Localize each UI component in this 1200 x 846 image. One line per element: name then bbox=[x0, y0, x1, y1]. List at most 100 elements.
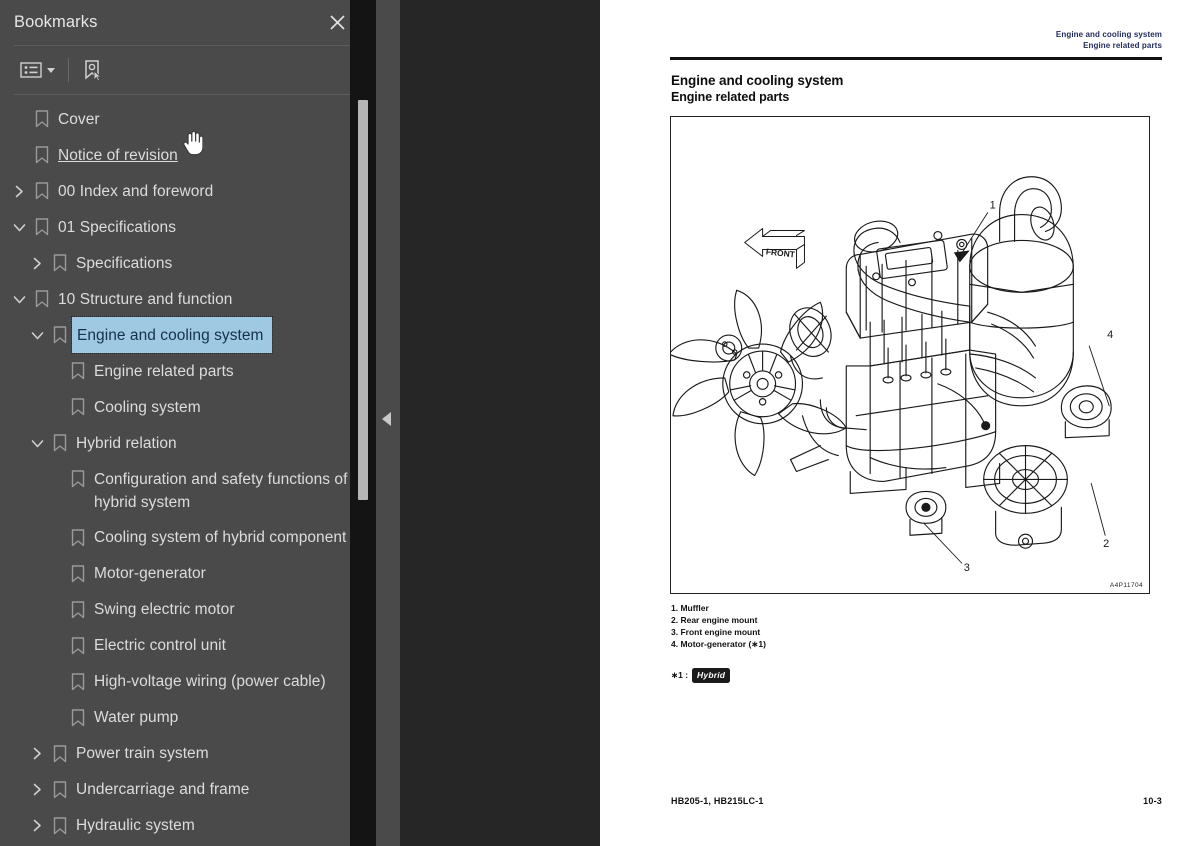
bookmark-item[interactable]: Cooling system bbox=[0, 389, 352, 425]
chevron-down-icon[interactable] bbox=[26, 317, 48, 353]
bookmarks-tree: Cover Notice of revision 00 Index and fore… bbox=[0, 95, 376, 846]
bookmark-item-label: 10 Structure and function bbox=[58, 290, 233, 308]
bookmark-ribbon-icon bbox=[48, 317, 72, 353]
bookmark-item-label: Engine and cooling system bbox=[71, 316, 273, 354]
bookmarks-scrollbar[interactable] bbox=[350, 0, 376, 846]
bookmark-item[interactable]: Cover bbox=[0, 101, 352, 137]
panel-title: Bookmarks bbox=[14, 13, 98, 31]
footnote: ∗1 : Hybrid bbox=[671, 668, 731, 683]
bookmark-ribbon-icon bbox=[66, 353, 90, 389]
bookmark-item[interactable]: Hydraulic system bbox=[0, 808, 352, 844]
bookmark-ribbon-icon bbox=[66, 520, 90, 556]
chevron-down-icon[interactable] bbox=[47, 67, 55, 73]
chevron-right-icon[interactable] bbox=[26, 736, 48, 772]
bookmark-ribbon-icon bbox=[66, 389, 90, 425]
bookmark-item[interactable]: Notice of revision bbox=[0, 137, 352, 173]
bookmark-item[interactable]: Engine related parts bbox=[0, 353, 352, 389]
bookmark-ribbon-icon bbox=[48, 425, 72, 461]
bookmark-item[interactable]: High-voltage wiring (power cable) bbox=[0, 664, 352, 700]
bookmark-ribbon-icon bbox=[66, 628, 90, 664]
bookmark-ribbon-icon bbox=[48, 736, 72, 772]
close-icon[interactable] bbox=[324, 9, 350, 35]
engine-assembly-figure: FRONT 1 2 3 4 A4P11704 bbox=[670, 116, 1150, 594]
bookmark-ribbon-icon bbox=[66, 700, 90, 736]
list-view-icon[interactable] bbox=[16, 56, 59, 84]
chevron-right-icon[interactable] bbox=[8, 173, 30, 209]
bookmark-item[interactable]: 00 Index and foreword bbox=[0, 173, 352, 209]
bookmark-item[interactable]: Configuration and safety functions of hy… bbox=[0, 461, 352, 520]
footnote-label: ∗1 : bbox=[671, 669, 689, 680]
hybrid-badge: Hybrid bbox=[692, 668, 731, 683]
bookmarks-panel-header: Bookmarks bbox=[0, 0, 376, 45]
footer-page-number: 10-3 bbox=[1143, 796, 1162, 806]
bookmark-ribbon-icon bbox=[30, 281, 54, 317]
page-title-line1: Engine and cooling system bbox=[671, 73, 844, 88]
bookmark-ribbon-icon bbox=[66, 592, 90, 628]
bookmark-item-label: Hydraulic system bbox=[76, 817, 195, 834]
bookmark-item-label: Swing electric motor bbox=[94, 601, 235, 618]
bookmark-ribbon-icon bbox=[30, 209, 54, 245]
svg-text:2: 2 bbox=[1103, 538, 1109, 550]
legend-item: 2. Rear engine mount bbox=[671, 615, 758, 625]
bookmark-item[interactable]: Hybrid relation bbox=[0, 425, 352, 461]
bookmark-item[interactable]: Undercarriage and frame bbox=[0, 772, 352, 808]
svg-text:1: 1 bbox=[990, 200, 996, 212]
svg-text:FRONT: FRONT bbox=[765, 246, 796, 259]
bookmark-item[interactable]: Water pump bbox=[0, 700, 352, 736]
bookmark-item-label: Hybrid relation bbox=[76, 434, 177, 452]
footer-model: HB205-1, HB215LC-1 bbox=[671, 796, 764, 806]
legend-item: 1. Muffler bbox=[671, 603, 709, 613]
bookmark-ribbon-icon bbox=[30, 173, 54, 209]
figure-drawing-id: A4P11704 bbox=[1109, 582, 1143, 589]
bookmark-item[interactable]: 01 Specifications bbox=[0, 209, 352, 245]
bookmark-item[interactable]: Specifications bbox=[0, 245, 352, 281]
chevron-right-icon[interactable] bbox=[26, 245, 48, 281]
bookmark-ribbon-icon bbox=[30, 101, 54, 137]
collapse-panel-triangle-icon[interactable] bbox=[382, 412, 391, 426]
figure-legend: 1. Muffler 2. Rear engine mount 3. Front… bbox=[671, 602, 766, 650]
chevron-down-icon[interactable] bbox=[8, 209, 30, 245]
bookmark-ribbon-icon bbox=[66, 556, 90, 592]
chevron-right-icon[interactable] bbox=[26, 772, 48, 808]
bookmark-ribbon-icon bbox=[66, 664, 90, 700]
bookmarks-panel: Bookmarks Cover Notice of revision 00 In… bbox=[0, 0, 376, 846]
panel-splitter[interactable] bbox=[376, 0, 400, 846]
new-bookmark-icon[interactable] bbox=[80, 56, 104, 84]
chevron-down-icon[interactable] bbox=[8, 281, 30, 317]
bookmark-item[interactable]: Electric control unit bbox=[0, 628, 352, 664]
bookmark-item-label: Engine related parts bbox=[94, 362, 234, 380]
bookmark-item-label: Power train system bbox=[76, 745, 209, 762]
svg-text:4: 4 bbox=[1107, 329, 1113, 341]
bookmark-ribbon-icon bbox=[48, 772, 72, 808]
bookmark-item-label: Water pump bbox=[94, 709, 179, 726]
bookmark-item-label: Notice of revision bbox=[58, 146, 178, 164]
chevron-right-icon[interactable] bbox=[26, 808, 48, 844]
bookmark-ribbon-icon bbox=[48, 808, 72, 844]
bookmark-item[interactable]: Swing electric motor bbox=[0, 592, 352, 628]
bookmark-item-label: Cover bbox=[58, 110, 100, 128]
bookmark-item[interactable]: Engine and cooling system bbox=[0, 316, 352, 354]
bookmark-item-label: Specifications bbox=[76, 254, 173, 272]
bookmark-item-label: 01 Specifications bbox=[58, 218, 177, 236]
bookmark-item-label: 00 Index and foreword bbox=[58, 182, 214, 200]
bookmark-item-label: Undercarriage and frame bbox=[76, 781, 250, 798]
bookmark-item-label: Electric control unit bbox=[94, 637, 226, 654]
bookmark-item[interactable]: Cooling system of hybrid component bbox=[0, 520, 352, 556]
bookmark-item[interactable]: 10 Structure and function bbox=[0, 281, 352, 317]
bookmark-ribbon-icon bbox=[48, 245, 72, 281]
bookmark-item[interactable]: Motor-generator bbox=[0, 556, 352, 592]
bookmark-item-label: Motor-generator bbox=[94, 565, 206, 582]
bookmark-item[interactable]: Power train system bbox=[0, 736, 352, 772]
header-rule bbox=[670, 57, 1162, 60]
running-header-line1: Engine and cooling system bbox=[1055, 30, 1162, 39]
scrollbar-thumb[interactable] bbox=[358, 100, 368, 500]
chevron-down-icon[interactable] bbox=[26, 425, 48, 461]
